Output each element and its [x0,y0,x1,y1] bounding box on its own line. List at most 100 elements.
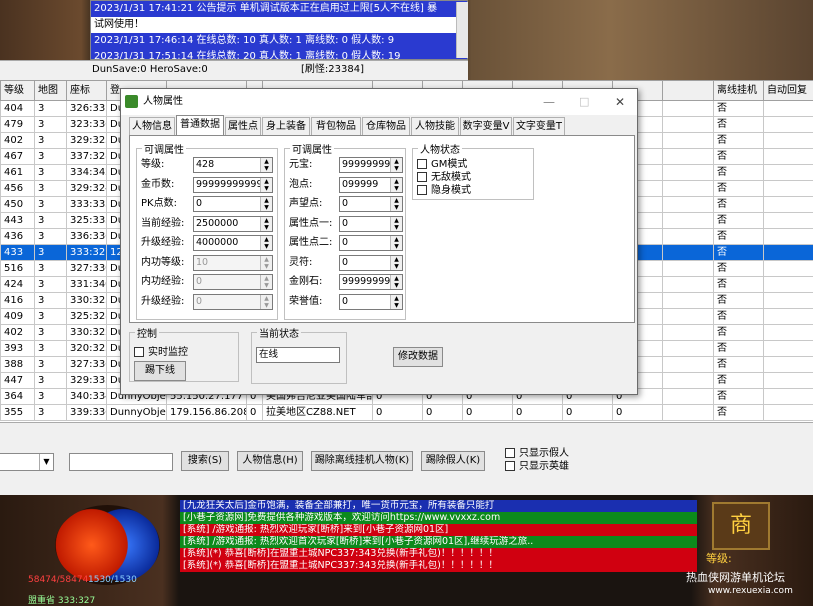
spin-arrows-icon[interactable]: ▲ ▼ [390,158,402,172]
table-cell: 329:324 [66,180,107,197]
attr-input[interactable]: 099999 ▲ ▼ [339,176,403,193]
table-cell: 388 [0,356,35,373]
attr-input[interactable]: 0 ▲ ▼ [339,196,403,212]
checkbox-icon[interactable] [417,185,427,195]
kick-fake-button[interactable]: 踢除假人(K) [421,451,485,471]
kick-offline-button[interactable]: 踢除离线挂机人物(K) [311,451,413,471]
checkbox-icon[interactable] [134,347,144,357]
spin-arrows-icon[interactable]: ▲ ▼ [260,177,272,192]
minimize-icon[interactable]: — [543,89,555,115]
modify-data-button[interactable]: 修改数据 [393,347,443,367]
spin-arrows-icon[interactable]: ▲ ▼ [260,197,272,211]
table-cell: 拉美地区CZ88.NET [262,404,373,421]
watermark: 热血侠网游单机论坛 [686,571,785,584]
shop-icon[interactable]: 商 [712,502,770,550]
spin-arrows-icon[interactable]: ▲ ▼ [260,255,272,270]
attr-input[interactable]: 4000000 ▲ ▼ [193,235,273,251]
log-line: 2023/1/31 17:46:14 在线总数: 10 真人数: 1 离线数: … [91,33,467,49]
state-option-label: 隐身模式 [431,185,471,196]
table-cell [662,356,714,373]
attr-input[interactable]: 428 ▲ ▼ [193,157,273,173]
column-header[interactable] [662,80,714,101]
dialog-titlebar[interactable]: 人物属性 — □ ✕ [121,89,637,115]
attr-input[interactable]: 99999999 ▲ ▼ [339,157,403,173]
spin-arrows-icon[interactable]: ▲ ▼ [390,236,402,250]
table-cell [763,180,813,197]
table-cell: 否 [713,180,764,197]
field-label: 声望点: [289,198,323,209]
table-cell: 3 [34,148,67,165]
attr-input[interactable]: 2500000 ▲ ▼ [193,215,273,232]
spin-arrows-icon[interactable]: ▲ ▼ [260,294,272,309]
column-header[interactable]: 地图 [34,80,67,101]
hp-readout: 58474/58474 [28,575,89,585]
spin-arrows-icon[interactable]: ▲ ▼ [260,216,272,231]
realtime-monitor-checkbox[interactable]: 实时监控 [134,343,188,358]
search-button[interactable]: 搜索(S) [181,451,229,471]
spin-arrows-icon[interactable]: ▲ ▼ [390,255,402,270]
column-header[interactable]: 自动回复 [763,80,813,101]
spin-arrows-icon[interactable]: ▲ ▼ [390,275,402,289]
filter-combo[interactable]: ▼ [0,453,54,471]
spin-arrows-icon[interactable]: ▲ ▼ [390,216,402,231]
attr-input[interactable]: 99999999 ▲ ▼ [339,274,403,290]
spin-arrows-icon[interactable]: ▲ ▼ [390,177,402,192]
kick-offline-player-button[interactable]: 踢下线 [134,361,186,381]
table-cell [763,100,813,117]
tab-2[interactable]: 属性点 [225,117,261,135]
state-option-checkbox[interactable]: 隐身模式 [417,181,471,196]
table-row[interactable]: 3553339:336DunnyObject179.156.86.2080拉美地… [0,404,813,421]
group-label: 控制 [135,325,159,340]
search-input[interactable] [69,453,173,471]
attr-input[interactable]: 0 ▲ ▼ [339,254,403,271]
column-header[interactable]: 等级 [0,80,35,101]
spin-arrows-icon[interactable]: ▲ ▼ [260,158,272,172]
tab-5[interactable]: 仓库物品 [362,117,410,135]
tab-6[interactable]: 人物技能 [411,117,459,135]
chevron-down-icon[interactable]: ▼ [39,454,53,470]
monster-refresh-count: [刷怪:23384] [300,64,364,75]
attr-value: 0 [342,217,349,229]
chat-line: [系统](*) 恭喜[断桥]在盟重土城NPC337:343兑换(新手礼包)！！！… [180,548,697,560]
tab-3[interactable]: 身上装备 [262,117,310,135]
attr-input[interactable]: 0 ▲ ▼ [193,196,273,212]
attr-input[interactable]: 0 ▲ ▼ [339,235,403,251]
tab-4[interactable]: 背包物品 [311,117,361,135]
attr-input[interactable]: 99999999999 ▲ ▼ [193,176,273,193]
attr-value: 99999999 [342,276,391,287]
spin-arrows-icon[interactable]: ▲ ▼ [390,197,402,211]
attr-input[interactable]: 0 ▲ ▼ [193,293,273,310]
column-header[interactable]: 座标 [66,80,107,101]
server-log[interactable]: 2023/1/31 17:41:21 公告提示 单机调试版本正在启用过上限[5人… [90,0,468,60]
log-scrollbar[interactable] [456,2,468,58]
attr-input[interactable]: 10 ▲ ▼ [193,254,273,271]
attr-value: 0 [342,237,349,248]
char-info-button[interactable]: 人物信息(H) [237,451,303,471]
column-header[interactable]: 离线挂机 [713,80,764,101]
table-cell: 否 [713,164,764,181]
table-cell: 447 [0,372,35,389]
table-cell: 450 [0,196,35,213]
table-cell [662,212,714,229]
tab-7[interactable]: 数字变量V [460,117,512,135]
table-cell: 337:328 [66,148,107,165]
character-attributes-dialog[interactable]: 人物属性 — □ ✕ 人物信息 普通数据 属性点 身上装备 背包物品 仓库物品 人物技能 数字… [120,88,638,395]
current-state-field[interactable]: 在线 [256,347,340,363]
spin-arrows-icon[interactable]: ▲ ▼ [260,275,272,289]
attr-input[interactable]: 0 ▲ ▼ [193,274,273,290]
attr-input[interactable]: 0 ▲ ▼ [339,293,403,310]
attr-input[interactable]: 0 ▲ ▼ [339,215,403,232]
tab-8[interactable]: 文字变量T [513,117,565,135]
only-hero-checkbox[interactable]: 只显示英雄 [505,457,569,472]
maximize-icon[interactable]: □ [579,89,589,115]
spin-arrows-icon[interactable]: ▲ ▼ [260,236,272,250]
checkbox-icon[interactable] [505,461,515,471]
chat-line: [系统] /游戏通报: 热烈欢迎玩家[断桥]来到[小巷子资源网01区] [180,524,697,536]
tab-1[interactable]: 普通数据 [176,115,224,135]
group-control: 控制 实时监控 踢下线 [129,325,239,382]
tab-0[interactable]: 人物信息 [129,117,175,135]
table-cell: 3 [34,196,67,213]
close-icon[interactable]: ✕ [615,89,625,115]
spin-arrows-icon[interactable]: ▲ ▼ [390,294,402,309]
table-cell: 393 [0,340,35,357]
